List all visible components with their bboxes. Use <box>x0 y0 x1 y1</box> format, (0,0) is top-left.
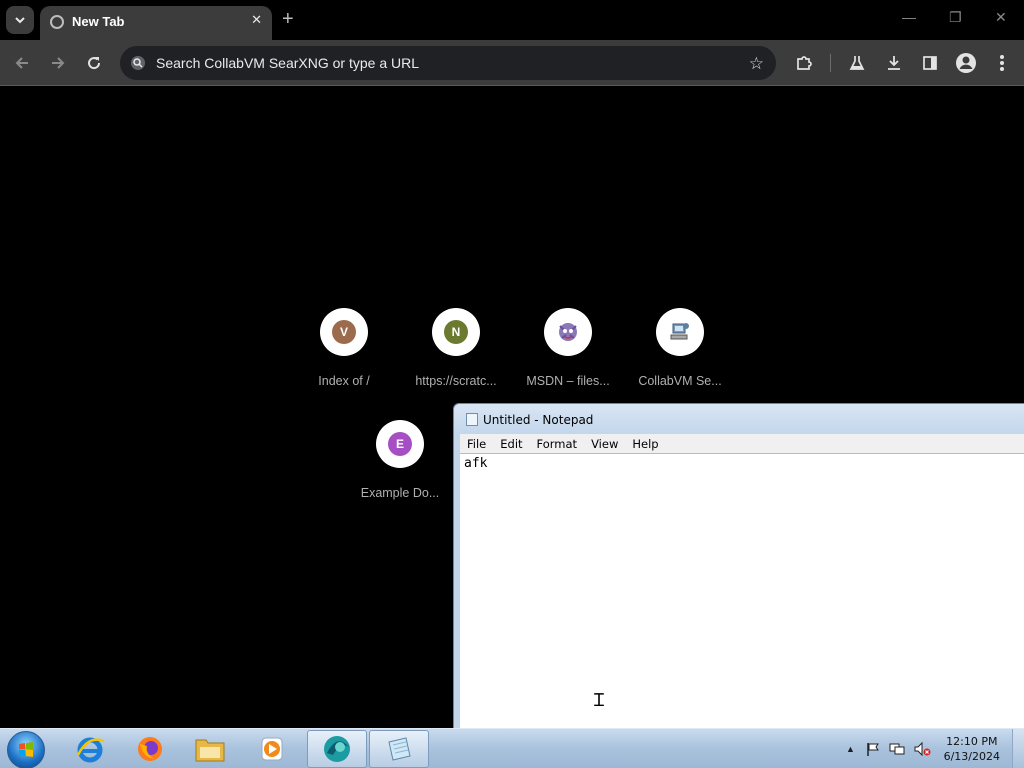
letter-icon: E <box>388 432 412 456</box>
firefox-icon <box>138 737 162 761</box>
msdn-icon <box>559 323 577 341</box>
start-button[interactable] <box>7 731 45 768</box>
letter-icon: V <box>332 320 356 344</box>
menu-button[interactable] <box>991 52 1013 74</box>
taskbar-file-explorer[interactable] <box>180 730 240 768</box>
arrow-left-icon <box>15 57 28 69</box>
shortcut-favicon <box>656 308 704 356</box>
show-desktop-button[interactable] <box>1012 729 1024 768</box>
reload-button[interactable] <box>83 52 105 74</box>
shortcut-tile[interactable]: V Index of / <box>288 308 400 388</box>
text-cursor-icon: Ɪ <box>594 690 605 711</box>
kebab-menu-icon <box>1000 55 1004 71</box>
shortcut-label: Index of / <box>318 374 370 388</box>
reload-icon <box>88 57 101 70</box>
back-button[interactable] <box>11 52 33 74</box>
notepad-icon <box>388 737 411 761</box>
notepad-menu-bar: File Edit Format View Help <box>460 434 1024 453</box>
minimize-button[interactable]: — <box>902 9 916 25</box>
window-title: Untitled - Notepad <box>483 413 594 427</box>
shortcut-tile[interactable]: CollabVM Se... <box>624 308 736 388</box>
network-icon[interactable] <box>889 741 905 757</box>
chrome-favicon-icon <box>50 15 64 29</box>
letter-icon: N <box>444 320 468 344</box>
omnibox-input[interactable] <box>156 46 736 80</box>
menu-file[interactable]: File <box>460 437 493 451</box>
menu-help[interactable]: Help <box>625 437 665 451</box>
close-window-button[interactable]: ✕ <box>995 9 1007 26</box>
avatar-icon <box>956 53 976 73</box>
notepad-window: Untitled - Notepad File Edit Format View… <box>453 403 1024 733</box>
taskbar-notepad[interactable] <box>369 730 429 768</box>
new-tab-button[interactable]: + <box>282 8 294 30</box>
shortcut-tile[interactable]: E Example Do... <box>344 420 456 500</box>
shortcut-tile[interactable]: N https://scratc... <box>400 308 512 388</box>
taskbar-media-player[interactable] <box>242 730 302 768</box>
menu-view[interactable]: View <box>584 437 625 451</box>
show-hidden-icons-icon[interactable]: ▲ <box>846 744 855 754</box>
shortcut-tile[interactable]: MSDN – files... <box>512 308 624 388</box>
browser-toolbar: ☆ <box>0 40 1024 86</box>
file-explorer-icon <box>195 739 225 762</box>
clock-time: 12:10 PM <box>946 735 998 748</box>
download-icon <box>888 56 900 70</box>
taskbar-browser[interactable] <box>307 730 367 768</box>
volume-muted-icon[interactable] <box>913 741 931 757</box>
tab-search-button[interactable] <box>6 6 34 34</box>
puzzle-icon <box>797 56 812 70</box>
shortcut-favicon: E <box>376 420 424 468</box>
arrow-right-icon <box>52 57 65 69</box>
tab-strip: New Tab ✕ + — ❐ ✕ <box>0 0 1024 40</box>
menu-edit[interactable]: Edit <box>493 437 529 451</box>
profile-button[interactable] <box>955 52 977 74</box>
shortcut-favicon: V <box>320 308 368 356</box>
computer-icon <box>670 323 689 340</box>
shortcut-label: Example Do... <box>360 486 440 500</box>
menu-format[interactable]: Format <box>530 437 585 451</box>
side-panel-icon <box>923 56 937 70</box>
restore-button[interactable]: ❐ <box>949 9 962 26</box>
extensions-button[interactable] <box>793 52 815 74</box>
shortcut-favicon <box>544 308 592 356</box>
notepad-edit-area <box>460 453 1024 732</box>
flask-icon <box>849 56 865 70</box>
clock-date: 6/13/2024 <box>943 750 1000 763</box>
media-player-icon <box>261 737 283 761</box>
taskbar: ▲ 12:10 PM 6/13/2024 <box>0 728 1024 768</box>
taskbar-firefox[interactable] <box>120 730 180 768</box>
shortcut-favicon: N <box>432 308 480 356</box>
shortcut-label: CollabVM Se... <box>638 374 722 388</box>
close-tab-icon[interactable]: ✕ <box>251 12 262 28</box>
bookmark-star-icon[interactable]: ☆ <box>749 54 764 74</box>
system-tray: ▲ <box>846 729 931 768</box>
tab-title: New Tab <box>72 14 125 29</box>
labs-button[interactable] <box>846 52 868 74</box>
toolbar-divider <box>830 54 831 72</box>
system-clock[interactable]: 12:10 PM 6/13/2024 <box>944 734 1000 764</box>
internet-explorer-icon <box>76 737 105 763</box>
chevron-down-icon <box>15 17 25 24</box>
windows-logo-icon <box>19 742 33 757</box>
notepad-icon <box>466 413 478 426</box>
tab-new-tab[interactable]: New Tab ✕ <box>40 6 272 40</box>
shortcut-label: MSDN – files... <box>526 374 610 388</box>
downloads-button[interactable] <box>883 52 905 74</box>
desktop: New Tab ✕ + — ❐ ✕ ☆ <box>0 0 1024 768</box>
notepad-text-area[interactable] <box>460 454 1024 732</box>
taskbar-internet-explorer[interactable] <box>60 730 120 768</box>
notepad-title-bar[interactable]: Untitled - Notepad <box>454 404 1024 434</box>
browser-icon <box>324 736 350 762</box>
search-engine-icon <box>131 56 145 70</box>
shortcut-label: https://scratc... <box>415 374 497 388</box>
address-bar[interactable]: ☆ <box>120 46 776 80</box>
side-panel-button[interactable] <box>919 52 941 74</box>
forward-button[interactable] <box>47 52 69 74</box>
action-center-flag-icon[interactable] <box>865 741 881 757</box>
